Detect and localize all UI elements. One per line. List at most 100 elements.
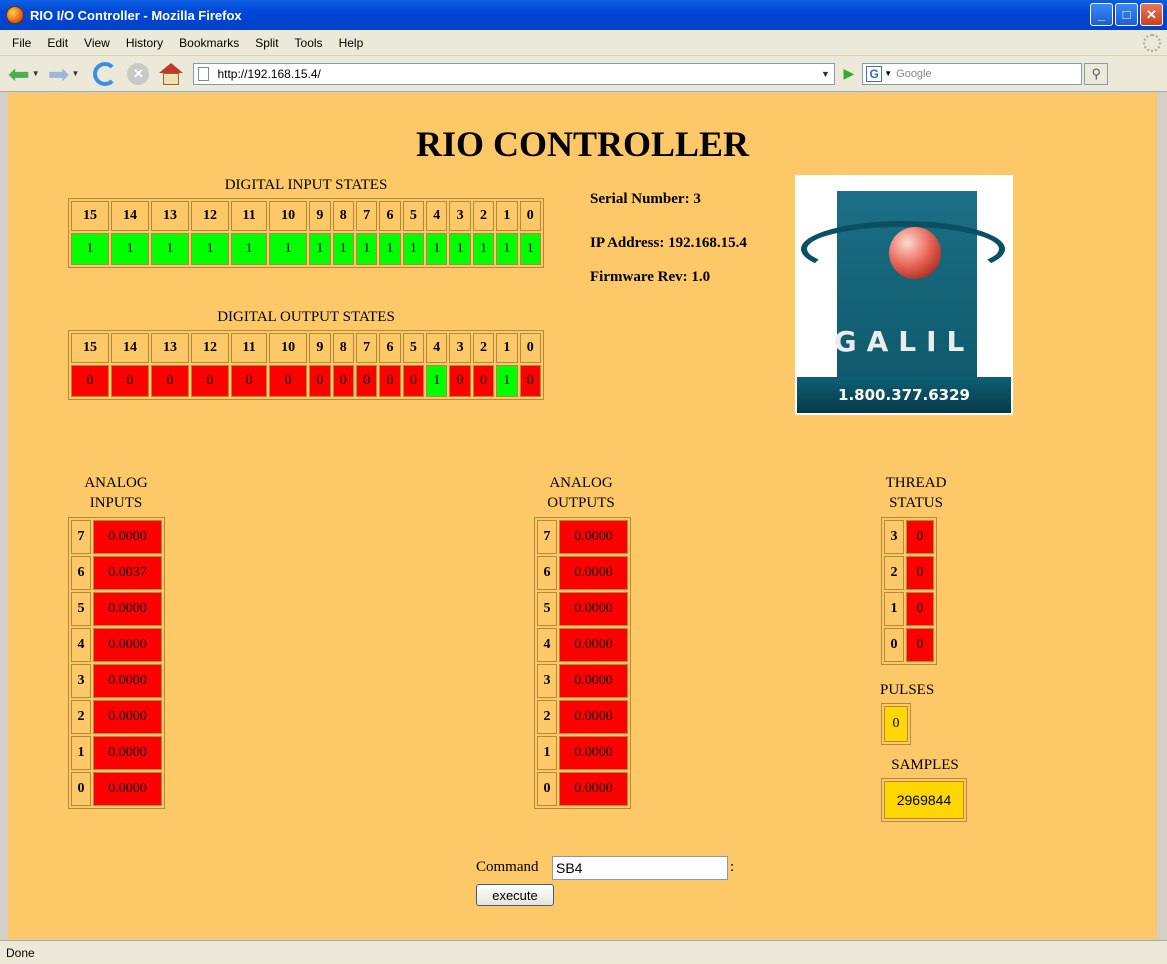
page-content: RIO CONTROLLER DIGITAL INPUT STATES 15 14… [8, 93, 1157, 939]
channel-row: 7 0.0000 [537, 520, 628, 554]
channel-value: 0.0000 [93, 664, 162, 698]
bit-state-on: 1 [231, 233, 268, 265]
menu-history[interactable]: History [118, 36, 171, 50]
bit-state-off: 0 [472, 365, 495, 397]
bit-number-cell: 9 [309, 201, 331, 231]
channel-row: 6 0.0037 [71, 556, 162, 590]
google-icon[interactable]: G [866, 65, 883, 82]
channel-row: 5 0.0000 [537, 592, 628, 626]
status-text: Done [6, 945, 35, 960]
pulses-table: 0 [881, 703, 911, 745]
menu-bookmarks[interactable]: Bookmarks [171, 36, 247, 50]
menu-help[interactable]: Help [331, 36, 372, 50]
bit-state-off: 0 [402, 365, 425, 397]
bit-state-on: 1 [191, 233, 229, 265]
search-engine-dropdown-icon[interactable]: ▼ [884, 69, 892, 78]
bit-state-on: 1 [496, 365, 518, 397]
menu-edit[interactable]: Edit [39, 36, 76, 50]
search-icon[interactable]: ⚲ [1084, 62, 1109, 85]
menu-file[interactable]: File [4, 36, 39, 50]
channel-value: 0.0000 [559, 592, 628, 626]
window-title: RIO I/O Controller - Mozilla Firefox [30, 7, 242, 23]
close-button[interactable]: ✕ [1140, 3, 1163, 26]
channel-row: 10 [884, 592, 934, 626]
samples-table: 2969844 [881, 778, 967, 822]
bit-number-cell: 10 [269, 333, 308, 363]
search-bar[interactable]: G ▼ Google [862, 62, 1083, 85]
command-colon: : [730, 859, 735, 875]
bit-state-on: 1 [472, 233, 495, 265]
channel-number: 4 [71, 628, 91, 662]
channel-number: 2 [71, 700, 91, 734]
command-label: Command [476, 859, 539, 875]
bit-number-cell: 6 [379, 201, 401, 231]
channel-value: 0 [906, 592, 934, 626]
channel-row: 2 0.0000 [71, 700, 162, 734]
channel-number: 6 [71, 556, 91, 590]
bit-number-cell: 4 [426, 333, 448, 363]
home-icon[interactable] [159, 62, 184, 85]
bit-state-on: 1 [426, 233, 448, 265]
url-dropdown-icon[interactable]: ▼ [816, 69, 834, 79]
search-input[interactable]: Google [896, 68, 1081, 80]
back-dropdown-icon[interactable]: ▼ [32, 69, 40, 78]
bit-state-on: 1 [379, 233, 401, 265]
bit-number-cell: 11 [231, 333, 268, 363]
channel-row: 6 0.0000 [537, 556, 628, 590]
galil-logo: GALIL 1.800.377.6329 [795, 175, 1013, 415]
bit-number-cell: 14 [111, 201, 149, 231]
bit-state-on: 1 [449, 233, 471, 265]
bit-state-on: 1 [355, 233, 378, 265]
bit-number-cell: 13 [151, 201, 189, 231]
channel-number: 6 [537, 556, 557, 590]
channel-value: 0.0000 [559, 556, 628, 590]
back-arrow-icon: ⬅ [8, 58, 30, 89]
bit-number-cell: 4 [426, 201, 448, 231]
bit-number-cell: 8 [332, 333, 354, 363]
minimize-button[interactable]: _ [1090, 3, 1113, 26]
channel-number: 1 [537, 736, 557, 770]
channel-row: 3 0.0000 [537, 664, 628, 698]
forward-arrow-icon: ➡ [47, 58, 70, 89]
reload-icon[interactable] [93, 61, 118, 86]
bit-number-cell: 3 [449, 333, 471, 363]
channel-value: 0.0000 [559, 772, 628, 806]
url-bar[interactable]: http://192.168.15.4/ ▼ [193, 62, 836, 85]
bit-number-cell: 1 [496, 333, 518, 363]
channel-value: 0.0000 [93, 592, 162, 626]
channel-row: 4 0.0000 [537, 628, 628, 662]
page-icon [198, 66, 210, 81]
channel-row: 00 [884, 628, 934, 662]
window-titlebar: RIO I/O Controller - Mozilla Firefox _ □… [0, 0, 1167, 30]
maximize-button[interactable]: □ [1115, 3, 1138, 26]
stop-icon[interactable]: ✕ [127, 62, 150, 85]
menu-tools[interactable]: Tools [287, 36, 331, 50]
url-text[interactable]: http://192.168.15.4/ [217, 67, 816, 81]
thread-status-caption: THREAD STATUS [885, 475, 947, 511]
channel-number: 3 [71, 664, 91, 698]
execute-button[interactable]: execute [476, 884, 554, 906]
forward-dropdown-icon[interactable]: ▼ [72, 69, 80, 78]
bit-state-off: 0 [151, 365, 189, 397]
menubar: File Edit View History Bookmarks Split T… [0, 30, 1167, 56]
menu-view[interactable]: View [76, 36, 118, 50]
go-icon[interactable]: ▶ [843, 65, 854, 82]
bit-state-on: 1 [151, 233, 189, 265]
menu-split[interactable]: Split [247, 36, 286, 50]
command-input[interactable] [552, 856, 728, 880]
bit-number-cell: 8 [332, 201, 354, 231]
digital-outputs-table: 15 14 13 12 11 10 9 8 7 6 5 4 3 2 1 0 0000000000010010 [68, 330, 544, 400]
pulses-caption: PULSES [880, 682, 935, 698]
bit-state-off: 0 [111, 365, 149, 397]
bit-number-cell: 10 [269, 201, 308, 231]
channel-value: 0.0000 [93, 520, 162, 554]
channel-number: 3 [884, 520, 904, 554]
bit-state-on: 1 [496, 233, 518, 265]
forward-button[interactable]: ➡ ▼ [48, 61, 80, 87]
bit-number-cell: 11 [231, 201, 268, 231]
logo-word: GALIL [833, 325, 975, 358]
channel-value: 0.0000 [93, 700, 162, 734]
back-button[interactable]: ⬅ ▼ [8, 61, 40, 87]
analog-outputs-caption: ANALOG OUTPUTS [547, 475, 615, 511]
page-title: RIO CONTROLLER [415, 124, 750, 164]
